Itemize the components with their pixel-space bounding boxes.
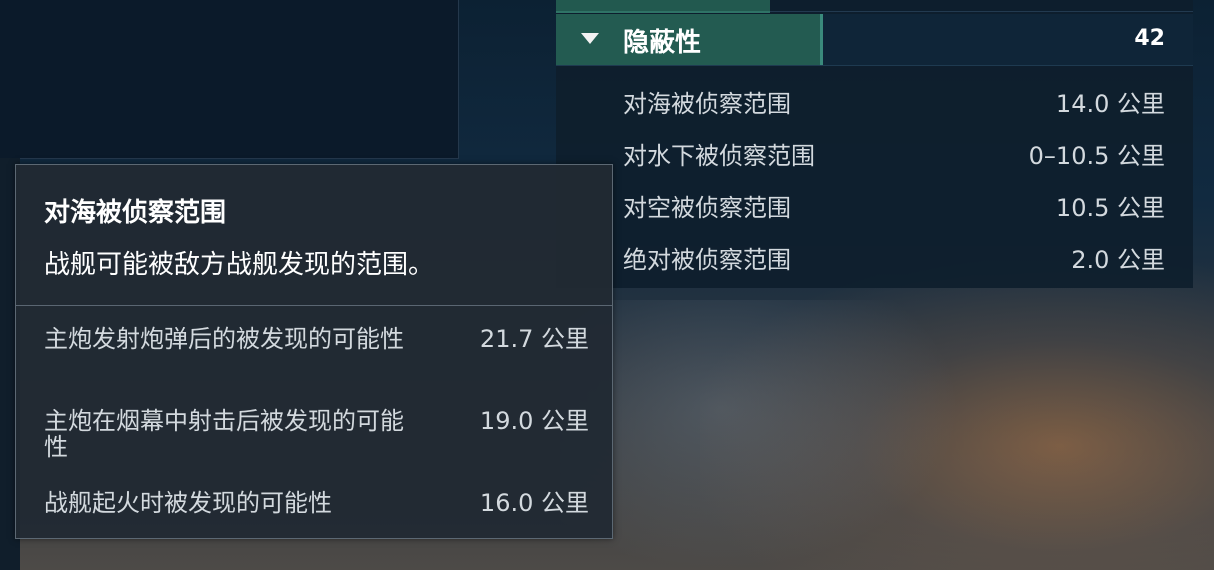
tooltip-row-value: 16.0 公里 (479, 489, 589, 517)
tooltip-row-value: 19.0 公里 (479, 407, 589, 435)
dark-panel (0, 0, 459, 159)
concealment-category-header[interactable]: 隐蔽性 42 (556, 14, 1193, 66)
tooltip-row-label: 战舰起火时被发现的可能性 (44, 489, 332, 517)
tooltip-row-value: 21.7 公里 (479, 325, 589, 353)
stat-value: 0–10.5 公里 (1028, 142, 1165, 170)
stat-value: 2.0 公里 (1071, 246, 1165, 274)
stat-label: 对水下被侦察范围 (623, 142, 815, 170)
stat-label: 对空被侦察范围 (623, 194, 791, 222)
category-value: 42 (1134, 26, 1165, 51)
tooltip-description: 战舰可能被敌方战舰发现的范围。 (44, 250, 435, 280)
stat-label: 对海被侦察范围 (623, 90, 791, 118)
stat-value: 10.5 公里 (1055, 194, 1165, 222)
detectability-tooltip: 对海被侦察范围 战舰可能被敌方战舰发现的范围。 主炮发射炮弹后的被发现的可能性 … (15, 164, 613, 539)
divider (770, 11, 1193, 12)
category-label: 隐蔽性 (623, 28, 702, 58)
stat-row-submarine-detectability[interactable]: 对水下被侦察范围 0–10.5 公里 (556, 126, 1193, 178)
tooltip-row-label: 主炮在烟幕中射击后被发现的可能性 (44, 407, 404, 461)
stats-panel: 隐蔽性 42 对海被侦察范围 14.0 公里 对水下被侦察范围 0–10.5 公… (556, 0, 1193, 288)
background-haze (560, 300, 960, 570)
triangle-down-icon (581, 33, 599, 44)
tooltip-title: 对海被侦察范围 (44, 198, 227, 228)
stat-label: 绝对被侦察范围 (623, 246, 791, 274)
tooltip-divider (16, 305, 612, 306)
stat-row-absolute-detectability[interactable]: 绝对被侦察范围 2.0 公里 (556, 230, 1193, 282)
stat-row-air-detectability[interactable]: 对空被侦察范围 10.5 公里 (556, 178, 1193, 230)
stat-row-surface-detectability[interactable]: 对海被侦察范围 14.0 公里 (556, 74, 1193, 126)
stat-value: 14.0 公里 (1055, 90, 1165, 118)
previous-category-header[interactable] (556, 0, 770, 13)
tooltip-row-label: 主炮发射炮弹后的被发现的可能性 (44, 325, 404, 353)
